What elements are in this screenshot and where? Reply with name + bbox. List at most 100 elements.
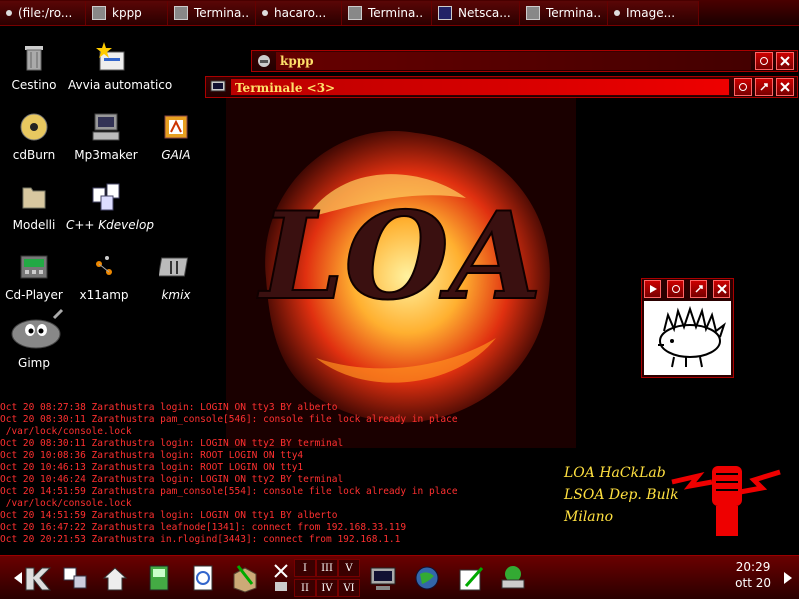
netscape-globe-icon[interactable] <box>412 562 442 594</box>
task-hacaro[interactable]: hacaro... <box>256 1 342 25</box>
cd-burn-icon <box>20 113 48 141</box>
computer-icon <box>92 113 120 141</box>
window-title: Terminale <3> <box>230 78 730 96</box>
kde-k-menu-icon[interactable] <box>20 562 54 594</box>
disk-drive-icon[interactable] <box>498 562 528 594</box>
console-line: Oct 20 10:08:36 Zarathustra login: ROOT … <box>0 450 304 461</box>
minimize-button[interactable] <box>734 78 752 96</box>
console-line: /var/lock/console.lock <box>0 498 132 509</box>
control-center-icon[interactable] <box>144 562 174 594</box>
maximize-button[interactable] <box>755 78 773 96</box>
loa-line: LOA HaCkLab <box>564 465 666 481</box>
play-button[interactable] <box>644 280 661 298</box>
close-button[interactable] <box>713 280 730 298</box>
desktop-icon-cd-player[interactable]: Cd-Player <box>0 250 72 302</box>
lock-logout-icon[interactable] <box>272 562 290 594</box>
window-title: kppp <box>276 52 751 70</box>
hedgehog-drawing <box>644 301 731 375</box>
console-line: Oct 20 08:27:38 Zarathustra login: LOGIN… <box>0 402 338 413</box>
task-label: hacaro... <box>274 6 327 20</box>
loa-hacklab-text: LOA HaCkLab LSOA Dep. Bulk Milano <box>564 462 679 528</box>
task-file-browser[interactable]: (file:/ro... <box>0 1 86 25</box>
desktop-icon-label: Gimp <box>18 356 50 370</box>
close-icon <box>780 56 790 66</box>
desktop-icon-cdburn[interactable]: cdBurn <box>0 110 72 162</box>
package-icon[interactable] <box>230 562 260 594</box>
console-line: Oct 20 20:21:53 Zarathustra in.rlogind[3… <box>0 534 401 545</box>
kdevelop-icon <box>92 183 120 211</box>
editor-icon[interactable] <box>456 562 486 594</box>
task-label: Netsca... <box>458 6 511 20</box>
desktop-3-button[interactable]: III <box>316 559 338 577</box>
task-kppp[interactable]: kppp <box>86 1 168 25</box>
desktop-5-button[interactable]: V <box>338 559 360 577</box>
console-line: Oct 20 10:46:24 Zarathustra login: LOGIN… <box>0 474 344 485</box>
minimize-icon <box>671 285 680 293</box>
desktop-icon-label: kmix <box>161 288 191 302</box>
desktop-4-button[interactable]: IV <box>316 579 338 597</box>
close-button[interactable] <box>776 52 794 70</box>
help-icon[interactable] <box>188 562 218 594</box>
task-label: (file:/ro... <box>18 6 73 20</box>
panel-clock[interactable]: 20:29 ott 20 <box>735 559 771 591</box>
desktop-icon-label: GAIA <box>161 148 191 162</box>
dot-icon <box>614 10 620 16</box>
desktop-icon-trash[interactable]: Cestino <box>0 40 72 92</box>
logo-art-text: LOA <box>257 186 542 327</box>
minimize-button[interactable] <box>755 52 773 70</box>
task-terminal-2[interactable]: Termina.. <box>342 1 432 25</box>
console-output: Oct 20 08:27:38 Zarathustra login: LOGIN… <box>0 402 458 546</box>
trash-icon <box>25 46 43 71</box>
clock-time: 20:29 <box>735 560 771 574</box>
console-line: Oct 20 14:51:59 Zarathustra login: LOGIN… <box>0 510 338 521</box>
task-label: Termina.. <box>546 6 602 20</box>
desktop-icon-gaia[interactable]: GAIA <box>138 110 214 162</box>
desktop-icon-modelli[interactable]: Modelli <box>0 180 72 232</box>
clock-date: ott 20 <box>735 576 771 590</box>
task-netscape[interactable]: Netsca... <box>432 1 520 25</box>
loa-flame-logo: LOA <box>226 98 576 448</box>
desktop-icon-kmix[interactable]: kmix <box>138 250 214 302</box>
x11amp-icon <box>96 256 112 275</box>
desktop-icon-autostart[interactable]: Avvia automatico <box>68 40 172 92</box>
minimize-icon <box>760 57 768 65</box>
close-button[interactable] <box>776 78 794 96</box>
desktop-icon-label: Cd-Player <box>5 288 63 302</box>
maximize-button[interactable] <box>690 280 707 298</box>
kppp-window-titlebar[interactable]: kppp <box>251 50 798 72</box>
terminal-launcher-icon[interactable] <box>368 562 398 594</box>
task-image[interactable]: Image... <box>608 1 699 25</box>
netscape-icon <box>438 6 452 20</box>
desktop-icon-gimp[interactable]: Gimp <box>0 308 72 370</box>
desktop-icon-x11amp[interactable]: x11amp <box>66 250 142 302</box>
play-icon <box>649 285 657 293</box>
console-line: /var/lock/console.lock <box>0 426 132 437</box>
gimp-icon <box>11 308 64 349</box>
small-window-titlebar[interactable] <box>642 279 733 299</box>
panel-scroll-right-icon[interactable] <box>778 562 796 594</box>
gaia-icon <box>164 115 188 139</box>
dot-icon <box>6 10 12 16</box>
cd-player-icon <box>20 255 48 279</box>
desktop-icon-kdevelop[interactable]: C++ Kdevelop <box>66 180 154 232</box>
task-terminal-3[interactable]: Termina.. <box>520 1 608 25</box>
desktop-icon-label: Cestino <box>11 78 57 92</box>
desktop-1-button[interactable]: I <box>294 559 316 577</box>
console-line: Oct 20 08:30:11 Zarathustra login: LOGIN… <box>0 438 344 449</box>
desktop-2-button[interactable]: II <box>294 579 316 597</box>
terminal-icon <box>174 6 188 20</box>
folder-icon <box>22 187 46 209</box>
windows-list-icon[interactable] <box>60 562 90 594</box>
kppp-icon <box>258 55 270 67</box>
terminal-window-titlebar[interactable]: Terminale <3> <box>205 76 798 98</box>
home-icon[interactable] <box>100 562 130 594</box>
small-image-window[interactable] <box>641 278 734 378</box>
minimize-button[interactable] <box>667 280 684 298</box>
close-icon <box>716 284 727 294</box>
desktop-6-button[interactable]: VI <box>338 579 360 597</box>
desktop-icon-mp3maker[interactable]: Mp3maker <box>68 110 144 162</box>
desktop-icon-label: x11amp <box>79 288 129 302</box>
desktop-icon-label: Modelli <box>12 218 56 232</box>
desktop-icon-label: C++ Kdevelop <box>66 218 154 232</box>
task-terminal-1[interactable]: Termina.. <box>168 1 256 25</box>
